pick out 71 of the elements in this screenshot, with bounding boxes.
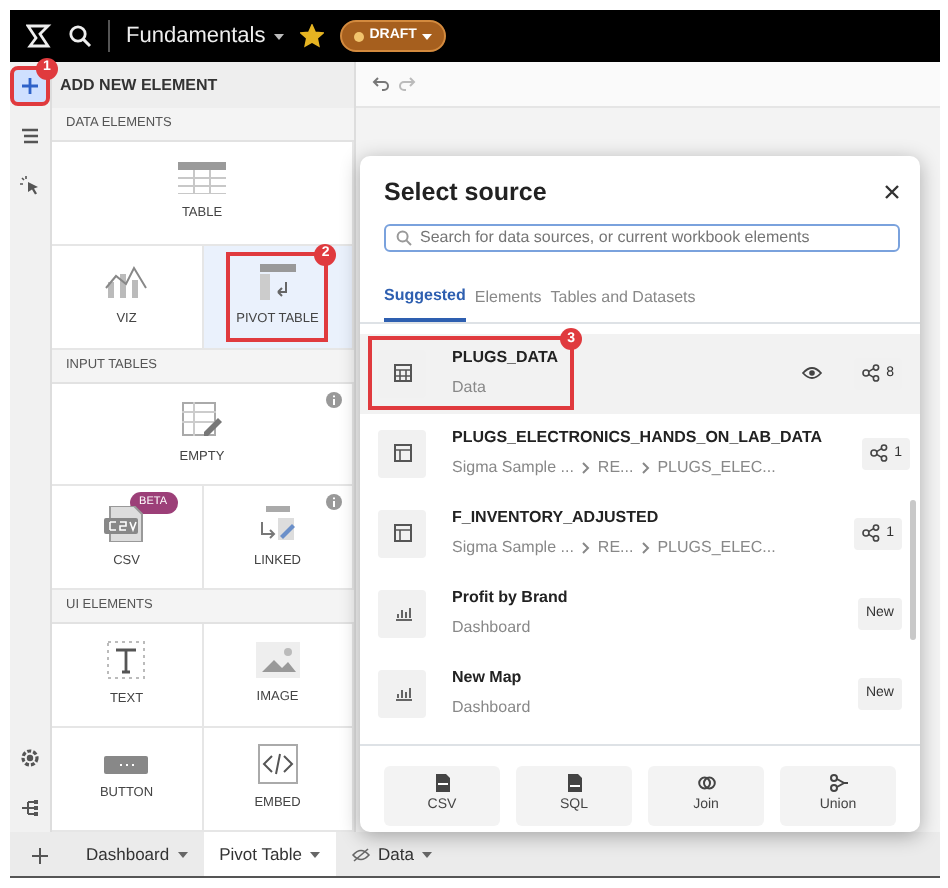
add-button[interactable] <box>14 70 46 102</box>
page-tab[interactable]: Pivot Table <box>203 832 337 876</box>
chevron-icon <box>641 462 650 475</box>
table-icon <box>393 444 411 463</box>
gear-icon <box>20 748 40 768</box>
star-icon[interactable] <box>299 24 324 48</box>
close-icon <box>884 184 900 201</box>
caret-icon <box>273 33 284 39</box>
table-icon <box>178 162 226 195</box>
close-button[interactable] <box>884 184 900 201</box>
share-icon <box>862 524 881 543</box>
image-icon <box>255 642 300 679</box>
path-label: Sigma Sample ... <box>452 456 574 481</box>
source-name: New Map <box>452 666 524 691</box>
source-name: PLUGS_DATA <box>452 346 559 371</box>
add-icon <box>20 76 40 96</box>
source-tab[interactable]: Elements <box>474 283 542 322</box>
text-icon <box>106 640 147 681</box>
source-type: Dashboard <box>452 696 531 721</box>
list-icon <box>20 126 40 146</box>
share-icon <box>870 444 889 463</box>
source-type: Data <box>452 376 488 401</box>
hierarchy-icon <box>20 798 40 818</box>
join-icon <box>697 774 715 792</box>
caret-icon <box>422 851 432 857</box>
path-label: RE... <box>597 536 634 561</box>
workbook-title[interactable]: Fundamentals <box>126 19 266 53</box>
search-icon <box>396 229 412 246</box>
page-tab[interactable]: Data <box>336 832 448 876</box>
undo-icon[interactable] <box>372 76 390 92</box>
caret-icon <box>310 851 321 857</box>
eye-icon[interactable] <box>802 366 823 381</box>
chart-icon <box>104 263 149 300</box>
linked-table-icon <box>257 505 298 542</box>
path-label: RE... <box>597 456 634 481</box>
union-icon <box>829 774 847 792</box>
add-icon <box>32 847 48 864</box>
source-name: F_INVENTORY_ADJUSTED <box>452 506 661 531</box>
chevron-icon <box>581 542 590 555</box>
path-label: Sigma Sample ... <box>452 536 574 561</box>
caret-icon <box>422 33 433 39</box>
page-tab[interactable]: Dashboard <box>70 832 204 876</box>
hidden-eye-icon <box>352 847 371 861</box>
source-type: Dashboard <box>452 616 533 641</box>
search-field[interactable]: Search for data sources, or current workbook elements <box>384 223 900 252</box>
edit-table-icon <box>182 401 222 438</box>
dashboard-icon <box>393 604 411 623</box>
panel-title: ADD NEW ELEMENT <box>52 62 354 108</box>
chevron-icon <box>641 542 650 555</box>
dashboard-icon <box>393 684 411 703</box>
source-name: PLUGS_ELECTRONICS_HANDS_ON_LAB_DATA <box>452 426 823 451</box>
code-icon <box>257 744 298 785</box>
logo-icon[interactable] <box>26 24 52 48</box>
sql-file-icon <box>565 774 583 792</box>
source-tab[interactable]: Suggested <box>384 283 466 322</box>
dialog-title: Select source <box>384 176 547 210</box>
caret-icon <box>177 851 188 857</box>
path-label: PLUGS_ELEC... <box>657 456 776 481</box>
table-icon <box>393 524 411 543</box>
share-icon <box>862 364 881 383</box>
button-icon <box>104 755 149 774</box>
path-label: PLUGS_ELEC... <box>657 536 776 561</box>
source-tab[interactable]: Tables and Datasets <box>550 283 696 322</box>
csv-file-icon <box>104 505 149 542</box>
source-name: Profit by Brand <box>452 586 568 611</box>
table-icon <box>393 364 411 383</box>
search-icon[interactable] <box>68 24 92 48</box>
chevron-icon <box>581 462 590 475</box>
csv-file-icon <box>433 774 451 792</box>
pivot-table-icon <box>259 263 296 300</box>
pointer-icon <box>20 176 40 196</box>
